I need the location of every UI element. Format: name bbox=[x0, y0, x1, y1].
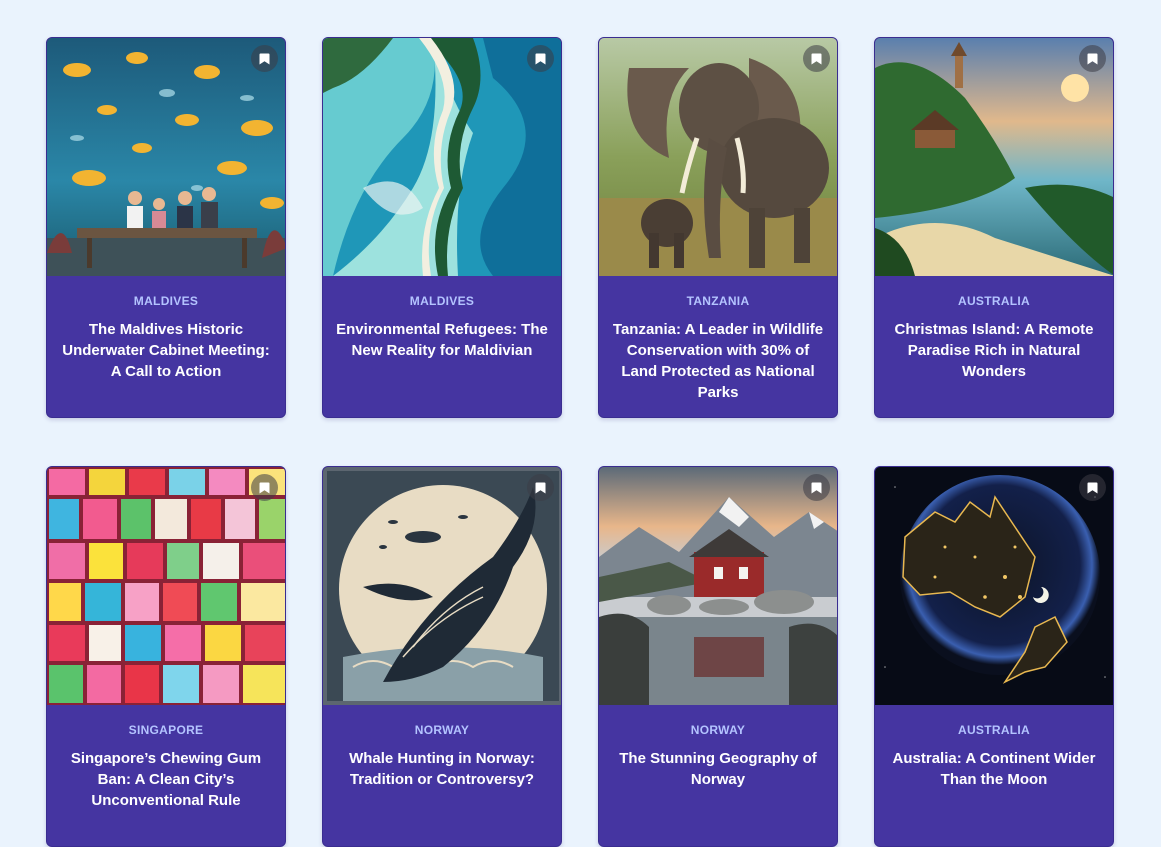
fjord-house-image bbox=[599, 467, 837, 705]
article-country: SINGAPORE bbox=[128, 723, 204, 737]
article-card[interactable]: NORWAY The Stunning Geography of Norway bbox=[598, 466, 838, 847]
bookmark-icon bbox=[535, 53, 546, 65]
bookmark-button[interactable] bbox=[1079, 474, 1106, 501]
article-country: AUSTRALIA bbox=[957, 723, 1031, 737]
article-country: NORWAY bbox=[414, 723, 470, 737]
article-country: AUSTRALIA bbox=[957, 294, 1031, 308]
article-title[interactable]: The Maldives Historic Underwater Cabinet… bbox=[59, 319, 273, 382]
article-image[interactable] bbox=[47, 467, 285, 705]
bookmark-icon bbox=[1087, 53, 1098, 65]
bookmark-icon bbox=[535, 482, 546, 494]
article-card[interactable]: MALDIVES Environmental Refugees: The New… bbox=[322, 37, 562, 418]
article-image[interactable] bbox=[323, 38, 561, 276]
candy-packs-image bbox=[47, 467, 285, 705]
bookmark-icon bbox=[811, 53, 822, 65]
island-aerial-image bbox=[323, 38, 561, 276]
article-country: MALDIVES bbox=[133, 294, 199, 308]
tropical-island-image bbox=[875, 38, 1113, 276]
article-card[interactable]: TANZANIA Tanzania: A Leader in Wildlife … bbox=[598, 37, 838, 418]
article-grid: MALDIVES The Maldives Historic Underwate… bbox=[46, 37, 1114, 847]
article-title[interactable]: Tanzania: A Leader in Wildlife Conservat… bbox=[611, 319, 825, 403]
article-image[interactable] bbox=[875, 38, 1113, 276]
article-card[interactable]: AUSTRALIA Australia: A Continent Wider T… bbox=[874, 466, 1114, 847]
bookmark-button[interactable] bbox=[803, 45, 830, 72]
article-title[interactable]: Environmental Refugees: The New Reality … bbox=[335, 319, 549, 361]
bookmark-button[interactable] bbox=[1079, 45, 1106, 72]
article-card[interactable]: MALDIVES The Maldives Historic Underwate… bbox=[46, 37, 286, 418]
article-image[interactable] bbox=[323, 467, 561, 705]
article-image[interactable] bbox=[875, 467, 1113, 705]
bookmark-button[interactable] bbox=[527, 45, 554, 72]
australia-moon-image bbox=[875, 467, 1113, 705]
article-card[interactable]: SINGAPORE Singapore’s Chewing Gum Ban: A… bbox=[46, 466, 286, 847]
bookmark-button[interactable] bbox=[527, 474, 554, 501]
bookmark-icon bbox=[1087, 482, 1098, 494]
article-title[interactable]: Australia: A Continent Wider Than the Mo… bbox=[887, 748, 1101, 790]
article-country: NORWAY bbox=[690, 723, 746, 737]
article-title[interactable]: Christmas Island: A Remote Paradise Rich… bbox=[887, 319, 1101, 382]
bookmark-button[interactable] bbox=[803, 474, 830, 501]
bookmark-icon bbox=[811, 482, 822, 494]
article-country: MALDIVES bbox=[409, 294, 475, 308]
article-image[interactable] bbox=[47, 38, 285, 276]
article-image[interactable] bbox=[599, 38, 837, 276]
article-country: TANZANIA bbox=[686, 294, 750, 308]
article-card[interactable]: NORWAY Whale Hunting in Norway: Traditio… bbox=[322, 466, 562, 847]
elephant-image bbox=[599, 38, 837, 276]
article-card[interactable]: AUSTRALIA Christmas Island: A Remote Par… bbox=[874, 37, 1114, 418]
bookmark-icon bbox=[259, 53, 270, 65]
whale-illustration-image bbox=[323, 467, 561, 705]
bookmark-icon bbox=[259, 482, 270, 494]
underwater-meeting-image bbox=[47, 38, 285, 276]
article-title[interactable]: Whale Hunting in Norway: Tradition or Co… bbox=[335, 748, 549, 790]
bookmark-button[interactable] bbox=[251, 45, 278, 72]
article-image[interactable] bbox=[599, 467, 837, 705]
article-title[interactable]: Singapore’s Chewing Gum Ban: A Clean Cit… bbox=[59, 748, 273, 811]
article-title[interactable]: The Stunning Geography of Norway bbox=[611, 748, 825, 790]
bookmark-button[interactable] bbox=[251, 474, 278, 501]
